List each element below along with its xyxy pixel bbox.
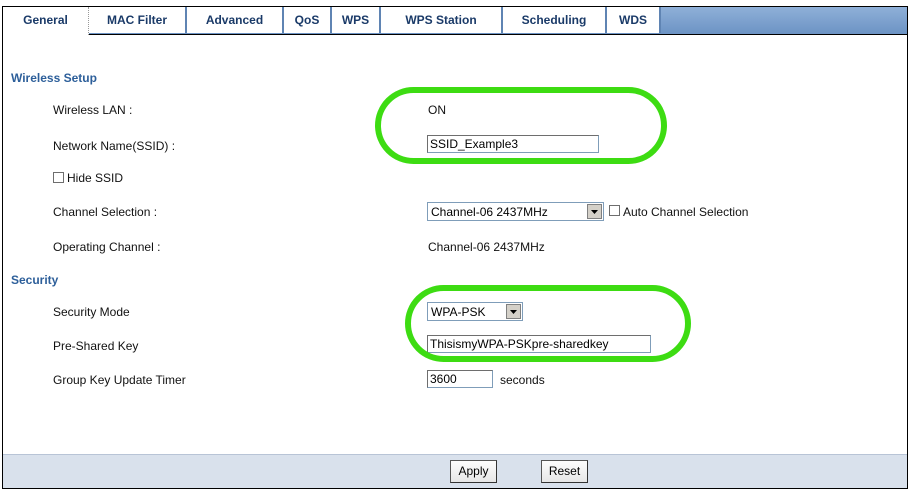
tab-advanced[interactable]: Advanced <box>187 7 284 33</box>
button-bar: Apply Reset <box>3 454 907 488</box>
highlight-ring <box>375 87 667 164</box>
channel-selection-label: Channel Selection : <box>53 205 158 219</box>
operating-channel-label: Operating Channel : <box>53 240 161 254</box>
auto-channel-label: Auto Channel Selection <box>623 205 749 219</box>
timer-label: Group Key Update Timer <box>53 373 186 387</box>
tab-wds[interactable]: WDS <box>607 7 661 33</box>
channel-select[interactable]: Channel-06 2437MHz <box>427 202 604 221</box>
tab-qos[interactable]: QoS <box>284 7 332 33</box>
tab-general[interactable]: General <box>3 7 89 35</box>
tab-wps-station[interactable]: WPS Station <box>381 7 503 33</box>
operating-channel-value: Channel-06 2437MHz <box>428 240 545 254</box>
wireless-lan-label: Wireless LAN : <box>53 103 133 117</box>
auto-channel-checkbox[interactable] <box>609 205 620 216</box>
timer-input[interactable]: 3600 <box>427 370 493 388</box>
settings-panel: General MAC Filter Advanced QoS WPS WPS … <box>2 6 908 489</box>
hide-ssid-checkbox[interactable] <box>53 172 64 183</box>
ssid-label: Network Name(SSID) : <box>53 139 176 153</box>
apply-button[interactable]: Apply <box>450 460 497 483</box>
reset-button[interactable]: Reset <box>541 460 588 483</box>
section-wireless-setup: Wireless Setup <box>11 71 97 85</box>
dropdown-arrow-icon[interactable] <box>587 204 602 219</box>
section-security: Security <box>11 273 59 287</box>
tab-mac-filter[interactable]: MAC Filter <box>89 7 187 33</box>
timer-unit: seconds <box>500 373 545 387</box>
tab-scheduling[interactable]: Scheduling <box>503 7 607 33</box>
security-mode-label: Security Mode <box>53 305 130 319</box>
tab-bar: General MAC Filter Advanced QoS WPS WPS … <box>3 7 907 35</box>
psk-label: Pre-Shared Key <box>53 339 139 353</box>
tab-wps[interactable]: WPS <box>332 7 381 33</box>
highlight-ring <box>405 285 691 362</box>
hide-ssid-label: Hide SSID <box>67 171 124 185</box>
channel-select-value: Channel-06 2437MHz <box>431 205 548 219</box>
